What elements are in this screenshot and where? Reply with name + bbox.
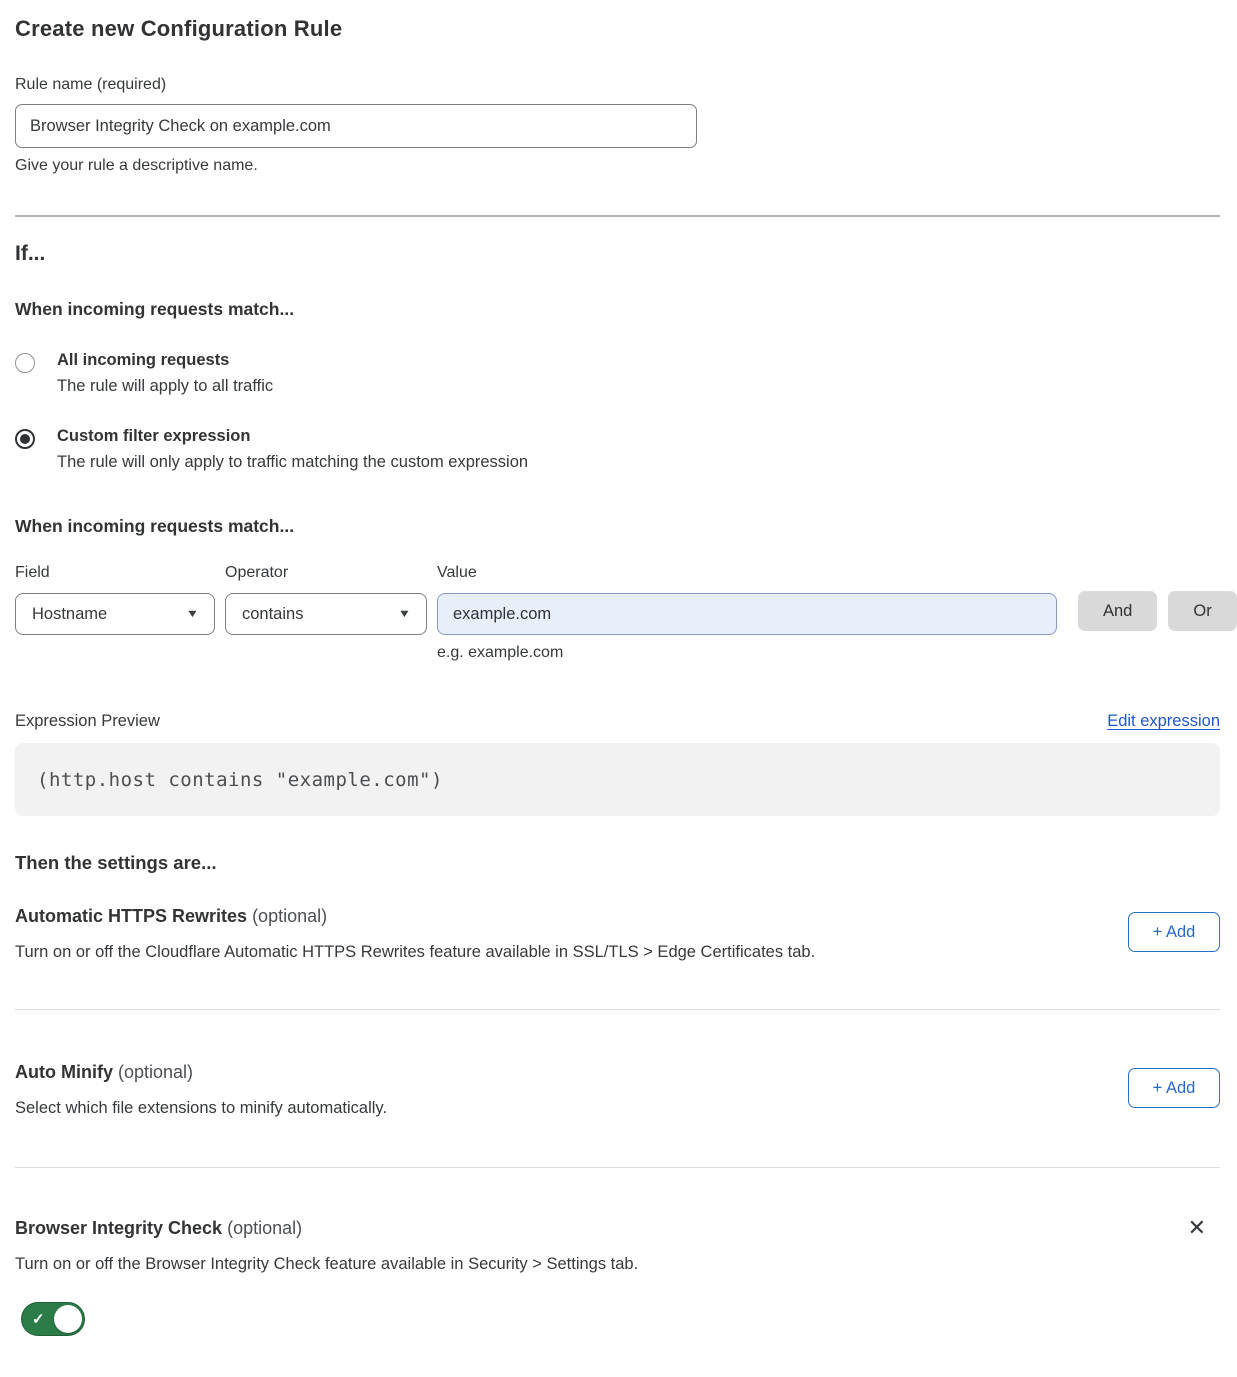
expression-builder-heading: When incoming requests match... bbox=[15, 516, 1220, 537]
edit-expression-link[interactable]: Edit expression bbox=[1107, 712, 1220, 731]
radio-custom-filter-expression[interactable]: Custom filter expression The rule will o… bbox=[15, 427, 1220, 472]
radio-selected-icon[interactable] bbox=[15, 429, 35, 449]
expression-preview-label: Expression Preview bbox=[15, 712, 160, 731]
radio-label: Custom filter expression bbox=[57, 427, 528, 446]
setting-automatic-https-rewrites: Automatic HTTPS Rewrites (optional) Turn… bbox=[15, 906, 1220, 962]
value-input[interactable] bbox=[437, 593, 1057, 635]
radio-description: The rule will apply to all traffic bbox=[57, 377, 273, 396]
setting-browser-integrity-check: Browser Integrity Check (optional) ✕ Tur… bbox=[15, 1218, 1220, 1336]
setting-divider bbox=[15, 1009, 1220, 1010]
setting-title: Auto Minify (optional) bbox=[15, 1062, 387, 1083]
setting-optional-tag: (optional) bbox=[227, 1218, 302, 1238]
setting-optional-tag: (optional) bbox=[118, 1062, 193, 1082]
expression-preview-code: (http.host contains "example.com") bbox=[15, 743, 1220, 816]
setting-description: Select which file extensions to minify a… bbox=[15, 1099, 387, 1118]
radio-label: All incoming requests bbox=[57, 351, 273, 370]
setting-title-text: Auto Minify bbox=[15, 1062, 113, 1082]
close-icon[interactable]: ✕ bbox=[1182, 1218, 1212, 1238]
rule-name-label: Rule name (required) bbox=[15, 76, 1220, 94]
setting-description: Turn on or off the Cloudflare Automatic … bbox=[15, 943, 815, 962]
section-divider bbox=[15, 215, 1220, 217]
setting-description: Turn on or off the Browser Integrity Che… bbox=[15, 1255, 1220, 1274]
radio-unselected-icon[interactable] bbox=[15, 353, 35, 373]
then-settings-heading: Then the settings are... bbox=[15, 852, 1220, 874]
field-select[interactable]: Hostname ▼ bbox=[15, 593, 215, 635]
radio-all-incoming-requests[interactable]: All incoming requests The rule will appl… bbox=[15, 351, 1220, 396]
add-automatic-https-rewrites-button[interactable]: + Add bbox=[1128, 912, 1220, 952]
chevron-down-icon: ▼ bbox=[186, 608, 200, 620]
if-heading: If... bbox=[15, 242, 1220, 266]
chevron-down-icon: ▼ bbox=[398, 608, 412, 620]
setting-title: Browser Integrity Check (optional) bbox=[15, 1218, 302, 1239]
page-title: Create new Configuration Rule bbox=[15, 16, 1220, 42]
value-hint: e.g. example.com bbox=[437, 644, 1057, 662]
or-button[interactable]: Or bbox=[1168, 591, 1236, 631]
value-label: Value bbox=[437, 564, 1057, 582]
add-auto-minify-button[interactable]: + Add bbox=[1128, 1068, 1220, 1108]
and-button[interactable]: And bbox=[1078, 591, 1157, 631]
browser-integrity-check-toggle[interactable]: ✓ bbox=[21, 1302, 85, 1336]
expression-builder-row: Field Hostname ▼ Operator contains ▼ Val… bbox=[15, 564, 1220, 662]
operator-select[interactable]: contains ▼ bbox=[225, 593, 427, 635]
setting-auto-minify: Auto Minify (optional) Select which file… bbox=[15, 1062, 1220, 1118]
setting-title-text: Automatic HTTPS Rewrites bbox=[15, 906, 247, 926]
setting-title-text: Browser Integrity Check bbox=[15, 1218, 222, 1238]
toggle-knob[interactable] bbox=[54, 1305, 82, 1333]
operator-select-value: contains bbox=[242, 605, 303, 624]
radio-description: The rule will only apply to traffic matc… bbox=[57, 453, 528, 472]
setting-divider bbox=[15, 1167, 1220, 1168]
rule-name-input[interactable] bbox=[15, 104, 697, 148]
operator-label: Operator bbox=[225, 564, 427, 582]
create-configuration-rule-form: Create new Configuration Rule Rule name … bbox=[0, 0, 1237, 1376]
field-select-value: Hostname bbox=[32, 605, 107, 624]
setting-title: Automatic HTTPS Rewrites (optional) bbox=[15, 906, 815, 927]
match-subheading: When incoming requests match... bbox=[15, 299, 1220, 320]
setting-optional-tag: (optional) bbox=[252, 906, 327, 926]
check-icon: ✓ bbox=[32, 1310, 45, 1328]
field-label: Field bbox=[15, 564, 215, 582]
rule-name-help: Give your rule a descriptive name. bbox=[15, 157, 1220, 175]
